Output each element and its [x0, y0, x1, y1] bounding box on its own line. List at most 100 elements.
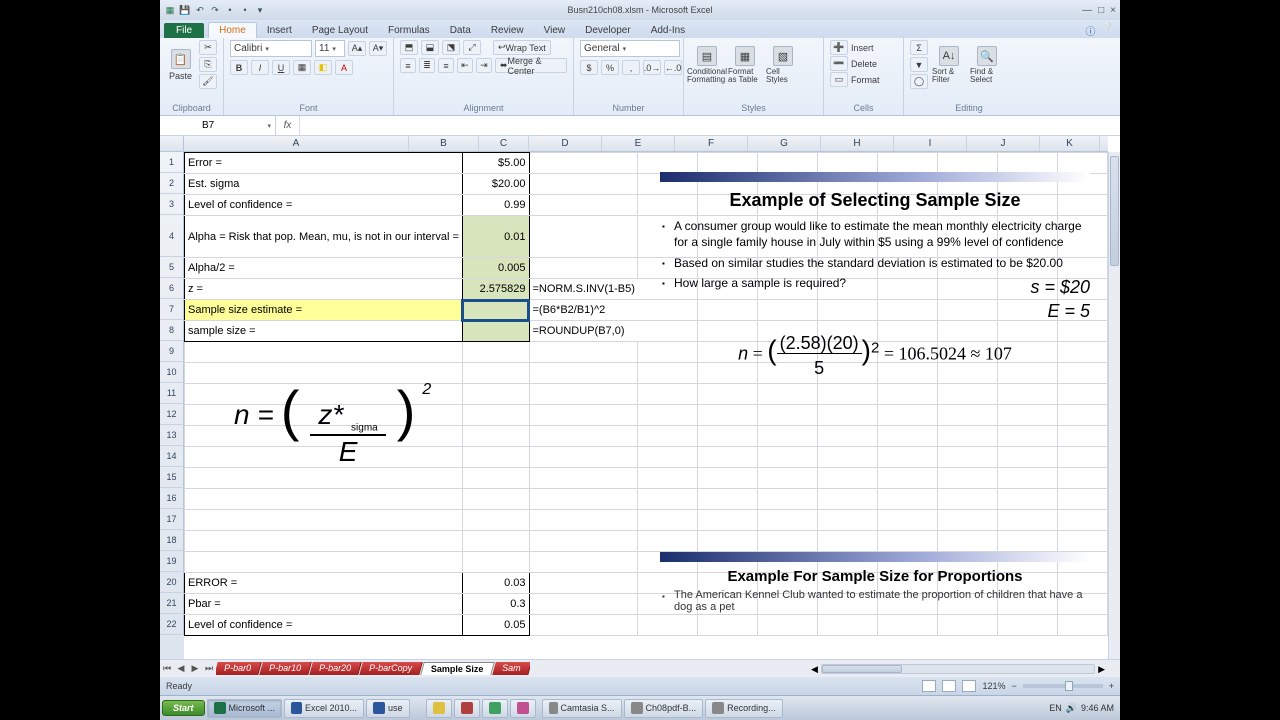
ribbon-minimize-icon[interactable]: ⓘ	[1086, 23, 1096, 38]
cell-K12[interactable]	[1058, 405, 1108, 426]
sheet-nav-first-icon[interactable]: ⏮	[160, 663, 174, 674]
zoom-slider[interactable]	[1023, 684, 1103, 688]
cell-A17[interactable]	[185, 510, 463, 531]
clock[interactable]: 9:46 AM	[1081, 703, 1114, 713]
taskbar-item[interactable]: Ch08pdf-B...	[624, 699, 704, 718]
shrink-font-icon[interactable]: A▾	[369, 41, 387, 56]
row-header-10[interactable]: 10	[160, 362, 184, 383]
col-header-K[interactable]: K	[1040, 136, 1100, 151]
cell-K16[interactable]	[1058, 489, 1108, 510]
tab-page-layout[interactable]: Page Layout	[302, 23, 378, 38]
delete-cells-icon[interactable]: ➖	[830, 56, 848, 71]
col-header-B[interactable]: B	[409, 136, 479, 151]
cell-C22[interactable]	[529, 615, 638, 636]
tab-insert[interactable]: Insert	[257, 23, 302, 38]
cell-J14[interactable]	[998, 447, 1058, 468]
cell-F15[interactable]	[758, 468, 818, 489]
tab-addins[interactable]: Add-Ins	[641, 23, 695, 38]
name-box[interactable]: B7	[198, 116, 276, 135]
row-header-12[interactable]: 12	[160, 404, 184, 425]
align-bottom-icon[interactable]: ⬔	[442, 40, 460, 55]
view-pagebreak-icon[interactable]	[962, 680, 976, 692]
cell-B22[interactable]: 0.05	[462, 615, 529, 636]
cell-E17[interactable]	[698, 510, 758, 531]
sheet-tab[interactable]: Sam	[492, 662, 530, 675]
cell-J15[interactable]	[998, 468, 1058, 489]
col-header-C[interactable]: C	[479, 136, 529, 151]
conditional-formatting-button[interactable]: ▤Conditional Formatting	[690, 40, 724, 90]
taskbar-item[interactable]: Camtasia S...	[542, 699, 622, 718]
insert-cells-icon[interactable]: ➕	[830, 40, 848, 55]
cell-I16[interactable]	[938, 489, 998, 510]
cell-H14[interactable]	[878, 447, 938, 468]
cell-G15[interactable]	[818, 468, 878, 489]
qat-redo-icon[interactable]: ↷	[209, 4, 221, 16]
row-header-1[interactable]: 1	[160, 152, 184, 173]
cell-C15[interactable]	[529, 468, 638, 489]
cell-E11[interactable]	[698, 384, 758, 405]
cell-D22[interactable]	[638, 615, 698, 636]
row-header-6[interactable]: 6	[160, 278, 184, 299]
cell-J18[interactable]	[998, 531, 1058, 552]
dec-decimal-icon[interactable]: ←.0	[664, 60, 682, 75]
indent-dec-icon[interactable]: ⇤	[457, 58, 473, 73]
cell-J13[interactable]	[998, 426, 1058, 447]
cell-E18[interactable]	[698, 531, 758, 552]
inc-decimal-icon[interactable]: .0→	[643, 60, 661, 75]
cell-C9[interactable]	[529, 342, 638, 363]
row-header-3[interactable]: 3	[160, 194, 184, 215]
cell-F22[interactable]	[758, 615, 818, 636]
cell-G18[interactable]	[818, 531, 878, 552]
row-header-22[interactable]: 22	[160, 614, 184, 635]
cell-A15[interactable]	[185, 468, 463, 489]
col-header-J[interactable]: J	[967, 136, 1040, 151]
row-header-8[interactable]: 8	[160, 320, 184, 341]
tab-formulas[interactable]: Formulas	[378, 23, 440, 38]
column-headers[interactable]: ABCDEFGHIJK	[184, 136, 1108, 152]
cell-E13[interactable]	[698, 426, 758, 447]
cell-B5[interactable]: 0.005	[462, 258, 529, 279]
cell-K18[interactable]	[1058, 531, 1108, 552]
cell-I14[interactable]	[938, 447, 998, 468]
cell-H11[interactable]	[878, 384, 938, 405]
cell-A19[interactable]	[185, 552, 463, 573]
row-header-16[interactable]: 16	[160, 488, 184, 509]
cell-J16[interactable]	[998, 489, 1058, 510]
taskbar-item[interactable]: Recording...	[705, 699, 783, 718]
cell-B7[interactable]	[462, 300, 529, 321]
cell-A7[interactable]: Sample size estimate =	[185, 300, 463, 321]
orientation-icon[interactable]: ⤢	[463, 40, 481, 55]
row-headers[interactable]: 12345678910111213141516171819202122	[160, 152, 184, 659]
grow-font-icon[interactable]: A▴	[348, 41, 366, 56]
cell-K15[interactable]	[1058, 468, 1108, 489]
align-left-icon[interactable]: ≡	[400, 58, 416, 73]
bold-icon[interactable]: B	[230, 60, 248, 75]
find-select-button[interactable]: 🔍Find & Select	[970, 40, 1004, 90]
row-header-5[interactable]: 5	[160, 257, 184, 278]
row-header-19[interactable]: 19	[160, 551, 184, 572]
cell-E1[interactable]	[698, 153, 758, 174]
format-cells-icon[interactable]: ▭	[830, 72, 848, 87]
cell-J1[interactable]	[998, 153, 1058, 174]
comma-icon[interactable]: ,	[622, 60, 640, 75]
qat-item-icon[interactable]: •	[239, 4, 251, 16]
cell-D14[interactable]	[638, 447, 698, 468]
worksheet-grid[interactable]: ABCDEFGHIJK 1234567891011121314151617181…	[160, 136, 1120, 659]
cell-K13[interactable]	[1058, 426, 1108, 447]
italic-icon[interactable]: I	[251, 60, 269, 75]
cell-I1[interactable]	[938, 153, 998, 174]
cell-D1[interactable]	[638, 153, 698, 174]
cell-A21[interactable]: Pbar =	[185, 594, 463, 615]
cell-I15[interactable]	[938, 468, 998, 489]
cell-styles-button[interactable]: ▧Cell Styles	[766, 40, 800, 90]
sheet-nav-prev-icon[interactable]: ◀	[174, 663, 188, 674]
row-header-15[interactable]: 15	[160, 467, 184, 488]
cell-B6[interactable]: 2.575829	[462, 279, 529, 300]
col-header-H[interactable]: H	[821, 136, 894, 151]
clear-icon[interactable]: ◯	[910, 74, 928, 89]
cell-I22[interactable]	[938, 615, 998, 636]
cell-C2[interactable]	[529, 174, 638, 195]
underline-icon[interactable]: U	[272, 60, 290, 75]
start-button[interactable]: Start	[162, 700, 205, 716]
tab-data[interactable]: Data	[440, 23, 481, 38]
